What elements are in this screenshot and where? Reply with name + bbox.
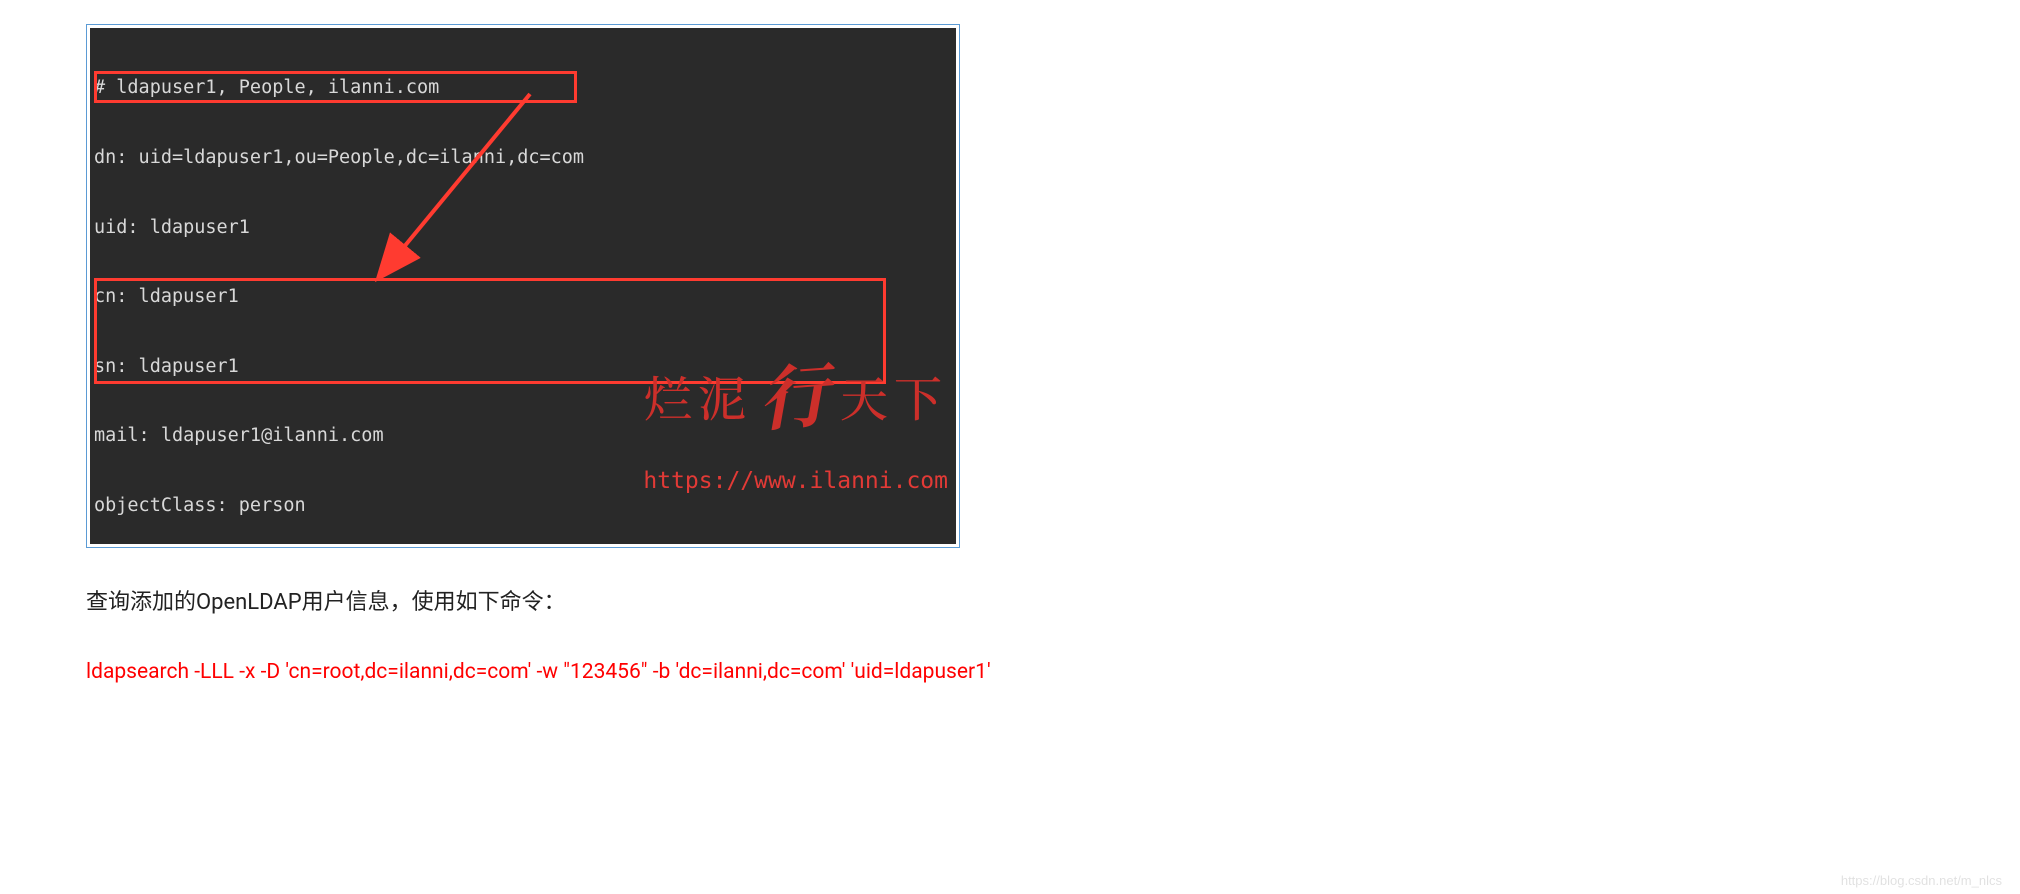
terminal-line: sn: ldapuser1 (94, 355, 956, 378)
watermark-big-char: 行 (757, 378, 834, 406)
terminal-screenshot: # ldapuser1, People, ilanni.com dn: uid=… (86, 24, 960, 548)
terminal-line: # ldapuser1, People, ilanni.com (94, 76, 956, 99)
watermark-url: https://www.ilanni.com (498, 470, 948, 493)
terminal-line: mail: ldapuser1@ilanni.com (94, 424, 956, 447)
body-paragraph: 查询添加的OpenLDAP用户信息，使用如下命令： (86, 588, 566, 619)
terminal-line: objectClass: person (94, 494, 956, 517)
terminal-output: # ldapuser1, People, ilanni.com dn: uid=… (90, 28, 956, 544)
footer-watermark: https://blog.csdn.net/m_nlcs (1841, 873, 2002, 888)
terminal-line: cn: ldapuser1 (94, 285, 956, 308)
terminal-line: uid: ldapuser1 (94, 216, 956, 239)
command-text: ldapsearch -LLL -x -D 'cn=root,dc=ilanni… (86, 660, 991, 684)
terminal-line: dn: uid=ldapuser1,ou=People,dc=ilanni,dc… (94, 146, 956, 169)
